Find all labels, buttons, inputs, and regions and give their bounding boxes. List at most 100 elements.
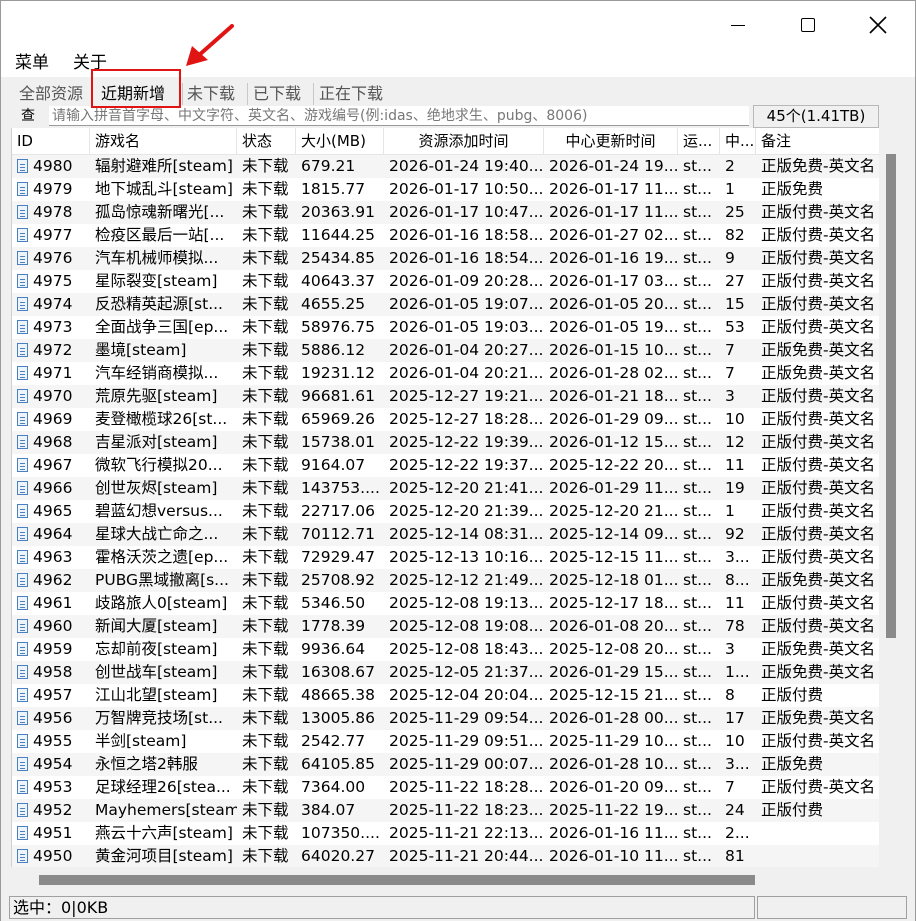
table-row[interactable]: 4956 万智牌竞技场[st... 未下载 13005.86 2025-11-29 09… xyxy=(12,707,879,730)
table-row[interactable]: 4969 麦登橄榄球26[st... 未下载 65969.26 2025-12-27 1… xyxy=(12,408,879,431)
cell-status: 未下载 xyxy=(237,661,296,684)
table-row[interactable]: 4973 全面战争三国[ep... 未下载 58976.75 2026-01-05 19… xyxy=(12,316,879,339)
menu-item-menu[interactable]: 菜单 xyxy=(15,51,49,75)
cell-note: 正版付费-英文名 xyxy=(756,431,879,454)
cell-name-text: 检疫区最后一站[... xyxy=(95,226,225,244)
maximize-button[interactable] xyxy=(773,1,843,49)
table-row[interactable]: 4976 汽车机械师模拟... 未下载 25434.85 2026-01-16 18:5… xyxy=(12,247,879,270)
table-row[interactable]: 4961 歧路旅人0[steam] 未下载 5346.50 2025-12-08 19:… xyxy=(12,592,879,615)
column-header-added-time[interactable]: 资源添加时间 xyxy=(384,128,544,155)
cell-name-text: 忘却前夜[steam] xyxy=(95,640,218,658)
cell-center-text: 17 xyxy=(725,709,745,727)
column-header-name[interactable]: 游戏名 xyxy=(90,128,237,155)
cell-name: 墨境[steam] xyxy=(90,339,237,362)
file-icon xyxy=(17,596,28,610)
table-row[interactable]: 4957 江山北望[steam] 未下载 48665.38 2025-12-04 20:… xyxy=(12,684,879,707)
cell-size-text: 58976.75 xyxy=(301,318,375,336)
vertical-scrollbar[interactable] xyxy=(881,128,901,867)
minimize-button[interactable] xyxy=(703,1,773,49)
table-row[interactable]: 4971 汽车经销商模拟... 未下载 19231.12 2026-01-04 20:2… xyxy=(12,362,879,385)
table-row[interactable]: 4952 Mayhemers[steam] 未下载 384.07 2025-11-22 … xyxy=(12,799,879,822)
table-row[interactable]: 4967 微软飞行模拟20... 未下载 9164.07 2025-12-22 19:3… xyxy=(12,454,879,477)
cell-id-text: 4976 xyxy=(33,249,73,267)
table-row[interactable]: 4960 新闻大厦[steam] 未下载 1778.39 2025-12-08 19:0… xyxy=(12,615,879,638)
cell-note-text: 正版付费-英文名 xyxy=(761,226,876,244)
tab-all-resources[interactable]: 全部资源 xyxy=(17,82,85,106)
table-row[interactable]: 4950 黄金河项目[steam] 未下载 64020.27 2025-11-21 20… xyxy=(12,845,879,867)
cell-note: 正版免费-英文名 xyxy=(756,638,879,661)
table-row[interactable]: 4970 荒原先驱[steam] 未下载 96681.61 2025-12-27 19:… xyxy=(12,385,879,408)
cell-updated-time-text: 2025-12-22 20... xyxy=(549,456,678,474)
file-icon xyxy=(17,849,28,863)
cell-platform-text: st... xyxy=(683,847,712,865)
table-row[interactable]: 4978 孤岛惊魂新曙光[... 未下载 20363.91 2026-01-17 10:… xyxy=(12,201,879,224)
column-header-note[interactable]: 备注 xyxy=(756,128,879,155)
table-row[interactable]: 4968 吉星派对[steam] 未下载 15738.01 2025-12-22 19:… xyxy=(12,431,879,454)
table-row[interactable]: 4965 碧蓝幻想versus... 未下载 22717.06 2025-12-20 2… xyxy=(12,500,879,523)
table-row[interactable]: 4966 创世灰烬[steam] 未下载 143753.... 2025-12-20 2… xyxy=(12,477,879,500)
cell-platform-text: st... xyxy=(683,456,712,474)
table-row[interactable]: 4951 燕云十六声[steam] 未下载 107350.... 2025-11-21 … xyxy=(12,822,879,845)
column-header-center[interactable]: 中... xyxy=(720,128,756,155)
table-row[interactable]: 4964 星球大战亡命之... 未下载 70112.71 2025-12-14 08:3… xyxy=(12,523,879,546)
cell-center: 25 xyxy=(720,201,756,224)
column-header-updated-time[interactable]: 中心更新时间 xyxy=(544,128,678,155)
cell-size-text: 64105.85 xyxy=(301,755,375,773)
column-header-size[interactable]: 大小(MB) xyxy=(296,128,384,155)
cell-id: 4971 xyxy=(12,362,90,385)
cell-note: 正版付费-英文名 xyxy=(756,454,879,477)
cell-status: 未下载 xyxy=(237,569,296,592)
tab-not-downloaded[interactable]: 未下载 xyxy=(185,82,237,106)
cell-size-text: 1815.77 xyxy=(301,180,366,198)
table-row[interactable]: 4954 永恒之塔2韩服 未下载 64105.85 2025-11-29 00:07..… xyxy=(12,753,879,776)
cell-center-text: 1 xyxy=(725,180,735,198)
cell-center-text: 82 xyxy=(725,226,745,244)
cell-updated-time-text: 2025-12-18 01... xyxy=(549,571,678,589)
cell-added-time-text: 2025-12-20 21:41... xyxy=(389,479,544,497)
table-row[interactable]: 4955 半剑[steam] 未下载 2542.77 2025-11-29 09:51.… xyxy=(12,730,879,753)
cell-id: 4977 xyxy=(12,224,90,247)
table-row[interactable]: 4972 墨境[steam] 未下载 5886.12 2026-01-04 20:27.… xyxy=(12,339,879,362)
cell-center-text: 53 xyxy=(725,318,745,336)
cell-updated-time: 2025-12-18 01... xyxy=(544,569,678,592)
cell-center-text: 3 xyxy=(725,387,735,405)
cell-size: 4655.25 xyxy=(296,293,384,316)
table-row[interactable]: 4963 霍格沃茨之遗[ep... 未下载 72929.47 2025-12-13 10… xyxy=(12,546,879,569)
cell-center-text: 7 xyxy=(725,778,735,796)
tab-downloaded[interactable]: 已下载 xyxy=(251,82,303,106)
cell-added-time: 2025-12-27 18:28... xyxy=(384,408,544,431)
table-row[interactable]: 4979 地下城乱斗[steam] 未下载 1815.77 2026-01-17 10:… xyxy=(12,178,879,201)
file-icon xyxy=(17,550,28,564)
cell-name-text: 全面战争三国[ep... xyxy=(95,318,229,336)
horizontal-scroll-thumb[interactable] xyxy=(39,875,755,885)
table-row[interactable]: 4959 忘却前夜[steam] 未下载 9936.64 2025-12-08 18:4… xyxy=(12,638,879,661)
table-row[interactable]: 4958 创世战车[steam] 未下载 16308.67 2025-12-05 21:… xyxy=(12,661,879,684)
table-row[interactable]: 4953 足球经理26[stea... 未下载 7364.00 2025-11-22 1… xyxy=(12,776,879,799)
column-header-id[interactable]: ID xyxy=(12,128,90,155)
table-row[interactable]: 4980 辐射避难所[steam] 未下载 679.21 2026-01-24 19:4… xyxy=(12,155,879,178)
cell-platform-text: st... xyxy=(683,249,712,267)
cell-id-text: 4967 xyxy=(33,456,73,474)
tab-downloading[interactable]: 正在下载 xyxy=(317,82,385,106)
vertical-scroll-thumb[interactable] xyxy=(886,154,896,638)
cell-note: 正版付费-英文名 xyxy=(756,730,879,753)
cell-platform: st... xyxy=(678,592,720,615)
horizontal-scrollbar[interactable] xyxy=(11,869,901,891)
close-button[interactable] xyxy=(843,1,913,49)
table-row[interactable]: 4977 检疫区最后一站[... 未下载 11644.25 2026-01-16 18:… xyxy=(12,224,879,247)
cell-status: 未下载 xyxy=(237,408,296,431)
table-row[interactable]: 4975 星际裂变[steam] 未下载 40643.37 2026-01-09 20:… xyxy=(12,270,879,293)
cell-note-text: 正版付费-英文名 xyxy=(761,617,876,635)
table-row[interactable]: 4962 PUBG黑域撤离[s... 未下载 25708.92 2025-12-12 2… xyxy=(12,569,879,592)
title-bar xyxy=(1,1,915,49)
cell-platform: st... xyxy=(678,339,720,362)
cell-center-text: 25 xyxy=(725,203,745,221)
cell-id: 4970 xyxy=(12,385,90,408)
table-row[interactable]: 4974 反恐精英起源[st... 未下载 4655.25 2026-01-05 19:… xyxy=(12,293,879,316)
cell-center-text: 9 xyxy=(725,249,735,267)
cell-center-text: 15 xyxy=(725,295,745,313)
search-input[interactable] xyxy=(49,106,749,126)
column-header-status[interactable]: 状态 xyxy=(237,128,296,155)
column-header-platform[interactable]: 运... xyxy=(678,128,720,155)
cell-center-text: 10 xyxy=(725,410,745,428)
